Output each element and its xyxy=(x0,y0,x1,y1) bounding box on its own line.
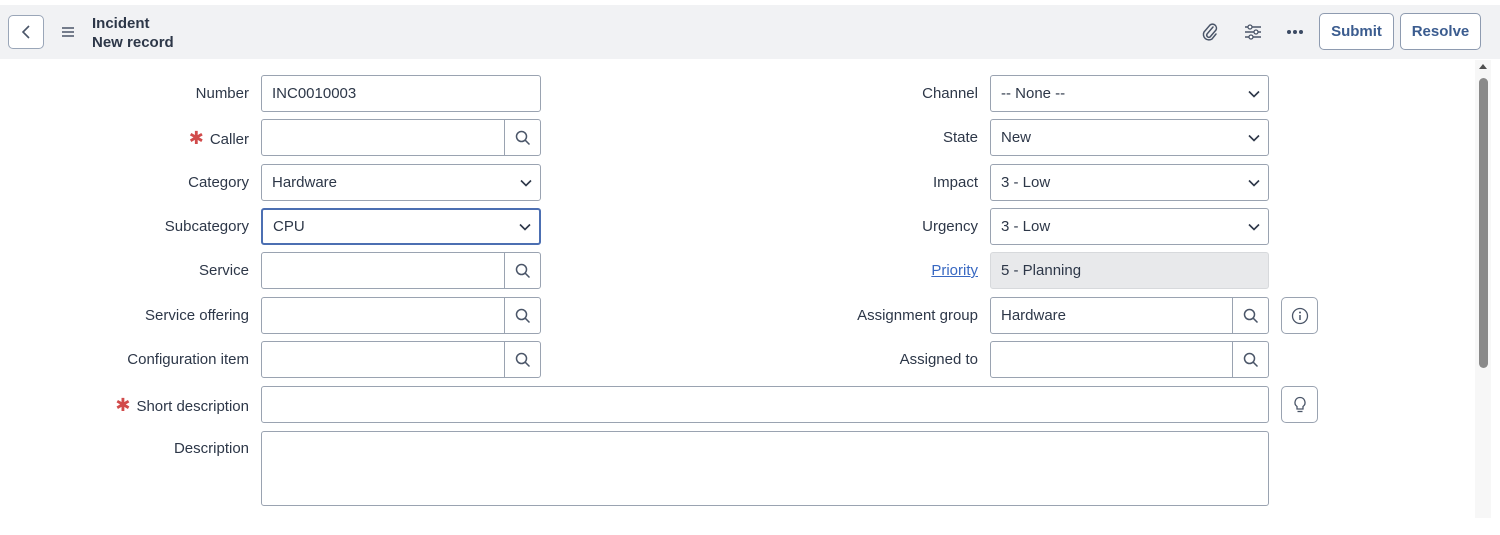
caller-input[interactable] xyxy=(261,119,541,156)
chevron-down-icon xyxy=(1240,90,1268,98)
impact-select[interactable]: 3 - Low xyxy=(990,164,1269,201)
paperclip-icon[interactable] xyxy=(1198,20,1222,44)
urgency-value: 3 - Low xyxy=(1001,218,1051,235)
scroll-up-arrow-icon[interactable] xyxy=(1478,62,1488,70)
configuration-item-input[interactable] xyxy=(261,341,541,378)
search-icon xyxy=(515,352,530,367)
number-field[interactable]: INC0010003 xyxy=(261,75,541,112)
configuration-item-label: Configuration item xyxy=(127,351,249,368)
resolve-button[interactable]: Resolve xyxy=(1400,13,1481,50)
search-icon xyxy=(1243,352,1258,367)
scrollbar-thumb[interactable] xyxy=(1479,78,1488,368)
short-description-label: ✱ Short description xyxy=(115,395,249,415)
search-icon xyxy=(515,130,530,145)
chevron-down-icon xyxy=(512,179,540,187)
chevron-down-icon xyxy=(1240,223,1268,231)
lightbulb-icon xyxy=(1293,396,1306,412)
urgency-label: Urgency xyxy=(922,218,978,235)
form-header: Incident New record Submit Resolve xyxy=(0,5,1500,59)
suggestion-button[interactable] xyxy=(1281,386,1318,423)
channel-value: -- None -- xyxy=(1001,85,1066,102)
assignment-group-value: Hardware xyxy=(1001,307,1067,324)
service-lookup-button[interactable] xyxy=(504,253,540,288)
info-icon xyxy=(1291,307,1308,324)
record-title: Incident New record xyxy=(92,14,174,52)
state-value: New xyxy=(1001,129,1032,146)
number-value: INC0010003 xyxy=(272,85,357,102)
caller-label: ✱ Caller xyxy=(188,128,249,148)
page-subtitle: New record xyxy=(92,34,174,51)
settings-sliders-icon[interactable] xyxy=(1241,20,1265,44)
description-label: Description xyxy=(173,440,249,457)
impact-label: Impact xyxy=(932,174,978,191)
priority-field: 5 - Planning xyxy=(990,252,1269,289)
search-icon xyxy=(515,308,530,323)
assigned-to-label: Assigned to xyxy=(899,351,978,368)
priority-link[interactable]: Priority xyxy=(931,261,978,281)
state-select[interactable]: New xyxy=(990,119,1269,156)
service-input[interactable] xyxy=(261,252,541,289)
service-label: Service xyxy=(198,262,249,279)
more-ellipsis-icon[interactable] xyxy=(1283,20,1307,44)
required-marker: ✱ xyxy=(115,395,131,415)
caller-lookup-button[interactable] xyxy=(504,120,540,155)
back-button[interactable] xyxy=(8,15,44,49)
subcategory-select[interactable]: CPU xyxy=(261,208,541,245)
category-label: Category xyxy=(188,174,249,191)
chevron-left-icon xyxy=(21,25,30,39)
subcategory-value: CPU xyxy=(273,218,305,235)
impact-value: 3 - Low xyxy=(1001,174,1051,191)
assigned-to-lookup-button[interactable] xyxy=(1232,342,1268,377)
category-value: Hardware xyxy=(272,174,338,191)
assigned-to-input[interactable] xyxy=(990,341,1269,378)
subcategory-label: Subcategory xyxy=(164,218,249,235)
chevron-down-icon xyxy=(511,223,539,231)
required-marker: ✱ xyxy=(188,128,204,148)
number-label: Number xyxy=(195,85,249,102)
channel-label: Channel xyxy=(922,85,978,102)
service-offering-input[interactable] xyxy=(261,297,541,334)
urgency-select[interactable]: 3 - Low xyxy=(990,208,1269,245)
chevron-down-icon xyxy=(1240,134,1268,142)
search-icon xyxy=(1243,308,1258,323)
service-offering-label: Service offering xyxy=(145,307,249,324)
category-select[interactable]: Hardware xyxy=(261,164,541,201)
assignment-group-lookup-button[interactable] xyxy=(1232,298,1268,333)
assignment-group-info-button[interactable] xyxy=(1281,297,1318,334)
channel-select[interactable]: -- None -- xyxy=(990,75,1269,112)
assignment-group-input[interactable]: Hardware xyxy=(990,297,1269,334)
submit-button[interactable]: Submit xyxy=(1319,13,1394,50)
hamburger-menu-icon[interactable] xyxy=(58,21,78,43)
assignment-group-label: Assignment group xyxy=(857,307,978,324)
configuration-item-lookup-button[interactable] xyxy=(504,342,540,377)
search-icon xyxy=(515,263,530,278)
state-label: State xyxy=(942,129,978,146)
service-offering-lookup-button[interactable] xyxy=(504,298,540,333)
description-textarea[interactable] xyxy=(261,431,1269,506)
chevron-down-icon xyxy=(1240,179,1268,187)
priority-value: 5 - Planning xyxy=(1001,262,1082,279)
short-description-input[interactable] xyxy=(261,386,1269,423)
page-title: Incident xyxy=(92,15,150,32)
